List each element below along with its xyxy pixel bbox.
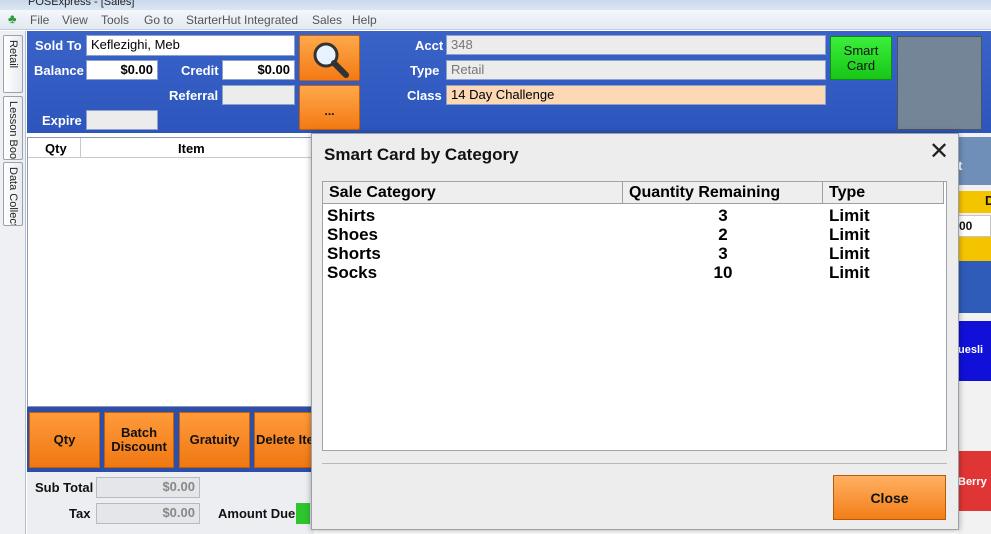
row-category: Socks [327, 263, 378, 282]
window-title: POSExpress - [Sales] [28, 0, 135, 8]
column-sale-category[interactable]: Sale Category [323, 182, 623, 204]
column-item[interactable]: Item [178, 141, 205, 156]
right-tile-berry[interactable]: Berry [958, 451, 991, 511]
amount-due-indicator [296, 503, 310, 524]
item-grid: Qty Item [27, 137, 314, 407]
right-panel-strip: t D 00 uesli Berry [958, 133, 991, 534]
menu-tools[interactable]: Tools [101, 13, 129, 27]
expire-label: Expire [42, 113, 82, 128]
menu-file[interactable]: File [30, 13, 49, 27]
row-quantity: 3 [718, 244, 728, 263]
gratuity-button[interactable]: Gratuity [179, 412, 250, 468]
dialog-title: Smart Card by Category [324, 145, 519, 164]
action-bar: Qty Batch Discount Gratuity Delete Item [27, 407, 334, 472]
right-d-label: D [985, 193, 991, 208]
sold-to-label: Sold To [35, 38, 82, 53]
subtotal-label: Sub Total [35, 480, 94, 495]
menu-bar: ♣ File View Tools Go to StarterHut Integ… [0, 10, 991, 30]
title-bar: POSExpress - [Sales] [0, 0, 991, 10]
list-item[interactable]: Shorts 3 Limit [323, 244, 944, 263]
menu-starterhut[interactable]: StarterHut Integrated [186, 13, 298, 27]
row-quantity: 3 [718, 206, 728, 225]
smart-card-dialog: Smart Card by Category ✕ Sale Category Q… [311, 133, 959, 530]
credit-field: $0.00 [222, 60, 295, 80]
subtotal-field: $0.00 [96, 477, 200, 498]
batch-discount-button[interactable]: Batch Discount [104, 412, 174, 468]
totals-panel: Sub Total $0.00 Tax $0.00 Amount Due [27, 472, 314, 534]
referral-label: Referral [169, 88, 219, 103]
menu-goto[interactable]: Go to [144, 13, 173, 27]
right-tile-blue[interactable] [958, 261, 991, 313]
class-label: Class [407, 88, 442, 103]
menu-help[interactable]: Help [352, 13, 377, 27]
amount-due-label: Amount Due [218, 506, 296, 521]
more-options-button[interactable]: ... [299, 85, 360, 130]
referral-field[interactable] [222, 85, 295, 105]
row-quantity: 10 [713, 263, 733, 282]
close-button[interactable]: Close [833, 475, 946, 520]
tab-retail-label: Retail [7, 40, 19, 69]
row-category: Shorts [327, 244, 381, 263]
column-type[interactable]: Type [823, 182, 944, 204]
dialog-divider [322, 463, 947, 464]
right-tile-muesli[interactable]: uesli [958, 321, 991, 381]
balance-field: $0.00 [86, 60, 158, 80]
class-field: 14 Day Challenge [446, 85, 826, 105]
side-tab-strip: Retail Lesson Booking Data Collection [0, 31, 26, 534]
column-quantity-remaining[interactable]: Quantity Remaining [623, 182, 823, 204]
category-list: Sale Category Quantity Remaining Type Sh… [322, 181, 947, 451]
credit-label: Credit [181, 63, 219, 78]
type-label: Type [410, 63, 440, 78]
magnifier-icon [313, 42, 349, 78]
row-type: Limit [829, 263, 870, 282]
list-item[interactable]: Socks 10 Limit [323, 263, 944, 282]
right-tile-top[interactable]: t [958, 137, 991, 185]
column-divider [29, 138, 81, 158]
row-category: Shirts [327, 206, 376, 225]
tab-lesson-booking-label: Lesson Booking [7, 101, 19, 160]
category-list-header: Sale Category Quantity Remaining Type [323, 182, 944, 204]
customer-header: Sold To Keflezighi, Meb Balance $0.00 Cr… [27, 31, 991, 133]
row-quantity: 2 [718, 225, 728, 244]
menu-sales[interactable]: Sales [312, 13, 342, 27]
right-value-cell: 00 [958, 215, 991, 237]
tab-lesson-booking[interactable]: Lesson Booking [3, 96, 23, 160]
list-item[interactable]: Shirts 3 Limit [323, 206, 944, 225]
row-type: Limit [829, 225, 870, 244]
balance-label: Balance [34, 63, 84, 78]
app-logo-icon: ♣ [8, 11, 17, 26]
expire-field[interactable] [86, 110, 158, 130]
list-item[interactable]: Shoes 2 Limit [323, 225, 944, 244]
row-type: Limit [829, 206, 870, 225]
tax-field: $0.00 [96, 503, 200, 524]
sold-to-field[interactable]: Keflezighi, Meb [86, 35, 295, 56]
tab-data-collection[interactable]: Data Collection [3, 162, 23, 226]
type-field: Retail [446, 60, 826, 80]
acct-label: Acct [415, 38, 444, 53]
row-type: Limit [829, 244, 870, 263]
right-tile-yellow-2 [958, 237, 991, 261]
tab-retail[interactable]: Retail [3, 35, 23, 93]
customer-photo [897, 36, 982, 130]
smart-card-button[interactable]: Smart Card [830, 36, 892, 80]
row-category: Shoes [327, 225, 379, 244]
close-icon[interactable]: ✕ [926, 139, 952, 165]
menu-view[interactable]: View [62, 13, 88, 27]
qty-button[interactable]: Qty [29, 412, 100, 468]
customer-search-button[interactable] [299, 35, 360, 81]
tab-data-collection-label: Data Collection [7, 167, 19, 226]
tax-label: Tax [69, 506, 91, 521]
item-grid-header: Qty Item [28, 138, 313, 158]
acct-field: 348 [446, 35, 826, 55]
